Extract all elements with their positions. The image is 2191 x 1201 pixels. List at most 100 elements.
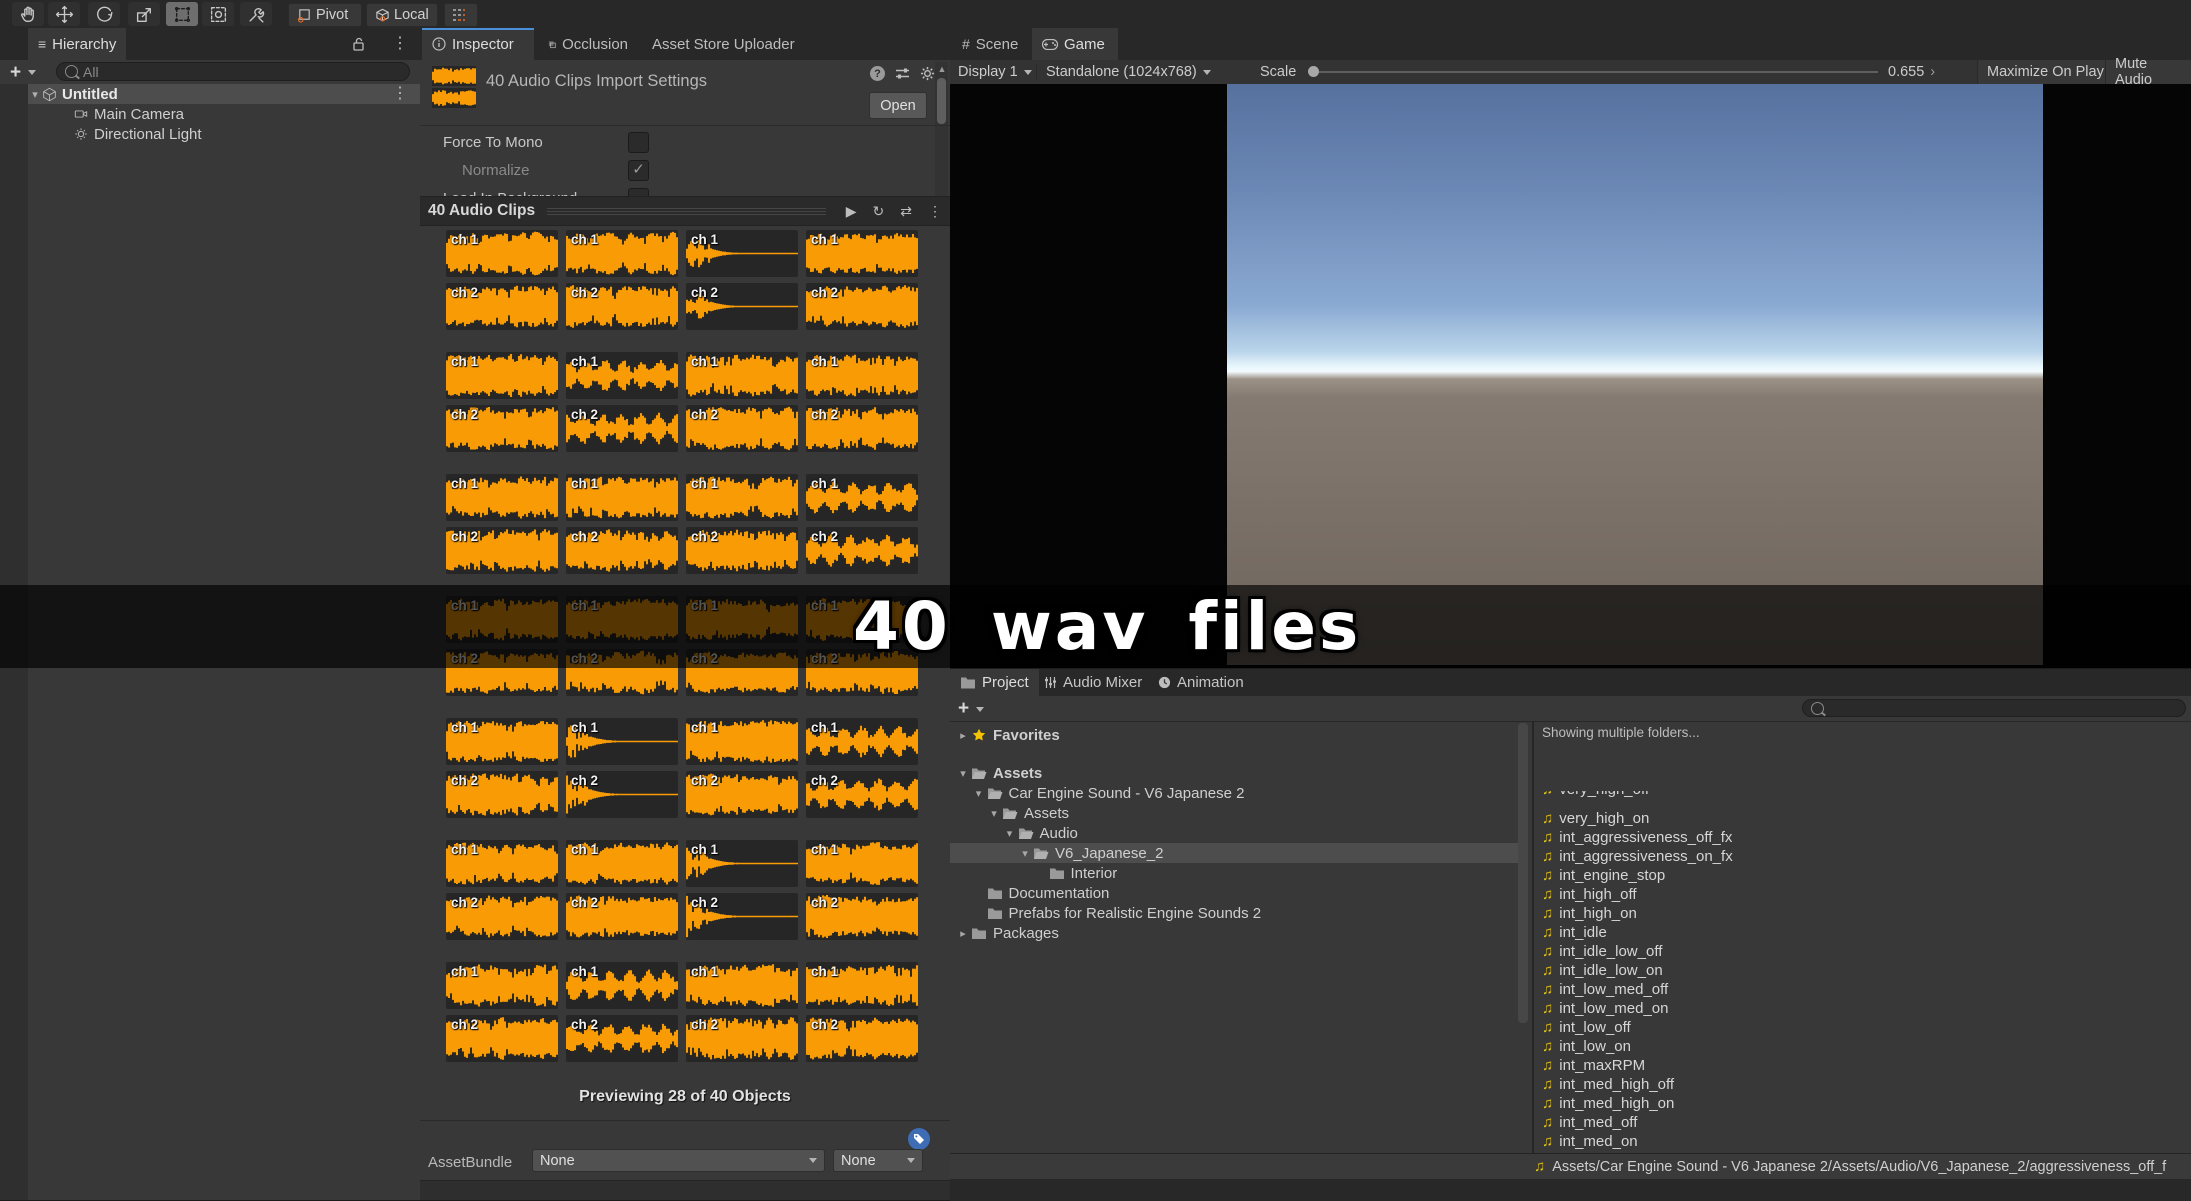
audio-clip-preview[interactable]: ch 1 ch 2 (446, 718, 558, 818)
file-row-int_low_on[interactable]: ♫ int_low_on (1536, 1037, 2191, 1056)
hierarchy-row-directional-light[interactable]: Directional Light (28, 124, 420, 144)
audio-clip-preview[interactable]: ch 1 ch 2 (806, 840, 918, 940)
expand-arrow-icon[interactable]: ▾ (1018, 847, 1032, 860)
file-row-int_engine_stop[interactable]: ♫ int_engine_stop (1536, 866, 2191, 885)
tree-item-v6-japanese-2[interactable]: ▾ V6_Japanese_2 (950, 843, 1528, 863)
grid-snap-button[interactable] (444, 3, 478, 27)
tree-item-assets[interactable]: ▾ Assets (950, 803, 1528, 823)
audio-clip-preview[interactable]: ch 1 ch 2 (686, 718, 798, 818)
local-toggle[interactable]: Local (366, 3, 438, 27)
gear-icon[interactable] (920, 66, 935, 81)
checkbox-normalize[interactable]: ✓ (628, 159, 649, 181)
autoplay-icon[interactable]: ⇄ (900, 203, 912, 220)
inspector-scrollbar[interactable]: ▲ (935, 62, 948, 196)
hand-tool-button[interactable] (12, 2, 44, 26)
scale-tool-button[interactable] (128, 2, 160, 26)
file-row-int_maxRPM[interactable]: ♫ int_maxRPM (1536, 1056, 2191, 1075)
file-row-int_low_off[interactable]: ♫ int_low_off (1536, 1018, 2191, 1037)
audio-clip-preview[interactable]: ch 1 ch 2 (566, 962, 678, 1062)
audio-clip-preview[interactable]: ch 1 ch 2 (806, 230, 918, 330)
assetbundle-variant-dropdown[interactable]: None (833, 1149, 923, 1172)
collapse-arrow-icon[interactable]: ▾ (28, 88, 42, 101)
tab-occlusion[interactable]: Occlusion (538, 28, 638, 60)
tree-item-car-engine-sound-v6-japanese-2[interactable]: ▾ Car Engine Sound - V6 Japanese 2 (950, 783, 1528, 803)
file-row-int_med_high_off[interactable]: ♫ int_med_high_off (1536, 1075, 2191, 1094)
expand-arrow-icon[interactable]: ▾ (1003, 827, 1017, 840)
file-row-int_med_high_on[interactable]: ♫ int_med_high_on (1536, 1094, 2191, 1113)
audio-clip-preview[interactable]: ch 1 ch 2 (806, 962, 918, 1062)
tree-list-divider[interactable] (1532, 721, 1534, 1153)
file-row-int_idle_low_off[interactable]: ♫ int_idle_low_off (1536, 942, 2191, 961)
tab-project[interactable]: Project (950, 669, 1039, 696)
maximize-on-play-button[interactable]: Maximize On Play (1977, 60, 2113, 84)
scene-menu-icon[interactable]: ⋮ (392, 86, 408, 102)
file-row-int_high_on[interactable]: ♫ int_high_on (1536, 904, 2191, 923)
hierarchy-search-input[interactable]: All (56, 62, 410, 81)
expand-arrow-icon[interactable]: ▾ (956, 767, 970, 780)
tree-item-prefabs-for-realistic-engine-sounds-2[interactable]: Prefabs for Realistic Engine Sounds 2 (950, 903, 1528, 923)
audio-clip-preview[interactable]: ch 1 ch 2 (686, 230, 798, 330)
presets-icon[interactable] (895, 67, 910, 80)
rect-tool-button[interactable] (166, 2, 198, 26)
audio-clip-preview[interactable]: ch 1 ch 2 (806, 596, 918, 696)
expand-arrow-icon[interactable]: ▾ (972, 787, 986, 800)
audio-clip-preview[interactable]: ch 1 ch 2 (806, 352, 918, 452)
lock-icon[interactable] (352, 37, 365, 51)
audio-clip-preview[interactable]: ch 1 ch 2 (686, 840, 798, 940)
scrollbar-thumb[interactable] (937, 78, 946, 124)
audio-clip-preview[interactable]: ch 1 ch 2 (566, 230, 678, 330)
tab-inspector[interactable]: Inspector (422, 28, 534, 60)
rotate-tool-button[interactable] (88, 2, 120, 26)
file-row-very_high_on[interactable]: ♫ very_high_on (1536, 809, 2191, 828)
audio-clip-preview[interactable]: ch 1 ch 2 (566, 840, 678, 940)
tab-animation[interactable]: Animation (1148, 669, 1254, 696)
audio-clip-preview[interactable]: ch 1 ch 2 (446, 596, 558, 696)
audio-clip-preview[interactable]: ch 1 ch 2 (806, 474, 918, 574)
tree-scrollbar-thumb[interactable] (1518, 723, 1528, 1023)
file-row-int_low_med_off[interactable]: ♫ int_low_med_off (1536, 980, 2191, 999)
move-tool-button[interactable] (48, 2, 80, 26)
tab-asset-store-uploader[interactable]: Asset Store Uploader (642, 28, 812, 60)
file-row-int_med_on[interactable]: ♫ int_med_on (1536, 1132, 2191, 1151)
scale-slider-track[interactable] (1318, 71, 1878, 73)
audio-clip-preview[interactable]: ch 1 ch 2 (566, 718, 678, 818)
create-dropdown-caret[interactable] (28, 70, 36, 75)
audio-clip-preview[interactable]: ch 1 ch 2 (686, 474, 798, 574)
file-row-clipped[interactable]: ♫very_high_off (1536, 791, 2191, 800)
expand-arrow-icon[interactable]: ▾ (987, 807, 1001, 820)
audio-clip-preview[interactable]: ch 1 ch 2 (686, 596, 798, 696)
loop-icon[interactable]: ↻ (873, 203, 885, 220)
expand-arrow-icon[interactable]: ▸ (956, 927, 970, 940)
play-icon[interactable]: ▶ (846, 203, 857, 220)
tree-item-favorites[interactable]: ▸ Favorites (950, 725, 1528, 745)
tree-item-documentation[interactable]: Documentation (950, 883, 1528, 903)
hierarchy-row-main-camera[interactable]: Main Camera (28, 104, 420, 124)
tab-game[interactable]: Game (1032, 28, 1118, 60)
file-row-int_high_off[interactable]: ♫ int_high_off (1536, 885, 2191, 904)
file-row-int_aggressiveness_on_fx[interactable]: ♫ int_aggressiveness_on_fx (1536, 847, 2191, 866)
audio-clip-preview[interactable]: ch 1 ch 2 (566, 596, 678, 696)
scale-expand-chevron[interactable]: › (1930, 64, 1935, 80)
assetbundle-tag-icon[interactable] (908, 1128, 930, 1150)
audio-clip-preview[interactable]: ch 1 ch 2 (566, 352, 678, 452)
create-button[interactable]: + (10, 63, 21, 82)
project-search-input[interactable] (1802, 699, 2186, 717)
audio-clip-preview[interactable]: ch 1 ch 2 (446, 840, 558, 940)
tree-item-assets[interactable]: ▾ Assets (950, 763, 1528, 783)
scale-slider-knob[interactable] (1308, 66, 1319, 77)
project-create-button[interactable]: + (958, 699, 969, 718)
tree-item-audio[interactable]: ▾ Audio (950, 823, 1528, 843)
tab-hierarchy[interactable]: ≡ Hierarchy (28, 28, 127, 60)
file-row-int_idle_low_on[interactable]: ♫ int_idle_low_on (1536, 961, 2191, 980)
mute-audio-button[interactable]: Mute Audio (2105, 56, 2191, 88)
preview-drag-handle[interactable] (547, 207, 826, 215)
tab-scene[interactable]: # Scene (952, 28, 1028, 60)
pivot-toggle[interactable]: Pivot (288, 3, 362, 27)
audio-clip-preview[interactable]: ch 1 ch 2 (806, 718, 918, 818)
hierarchy-row-scene[interactable]: ▾ Untitled ⋮ (28, 84, 420, 104)
audio-clip-preview[interactable]: ch 1 ch 2 (446, 474, 558, 574)
audio-clip-preview[interactable]: ch 1 ch 2 (446, 352, 558, 452)
open-button[interactable]: Open (869, 92, 927, 119)
file-row-int_low_med_on[interactable]: ♫ int_low_med_on (1536, 999, 2191, 1018)
hierarchy-menu-icon[interactable]: ⋮ (392, 36, 408, 52)
